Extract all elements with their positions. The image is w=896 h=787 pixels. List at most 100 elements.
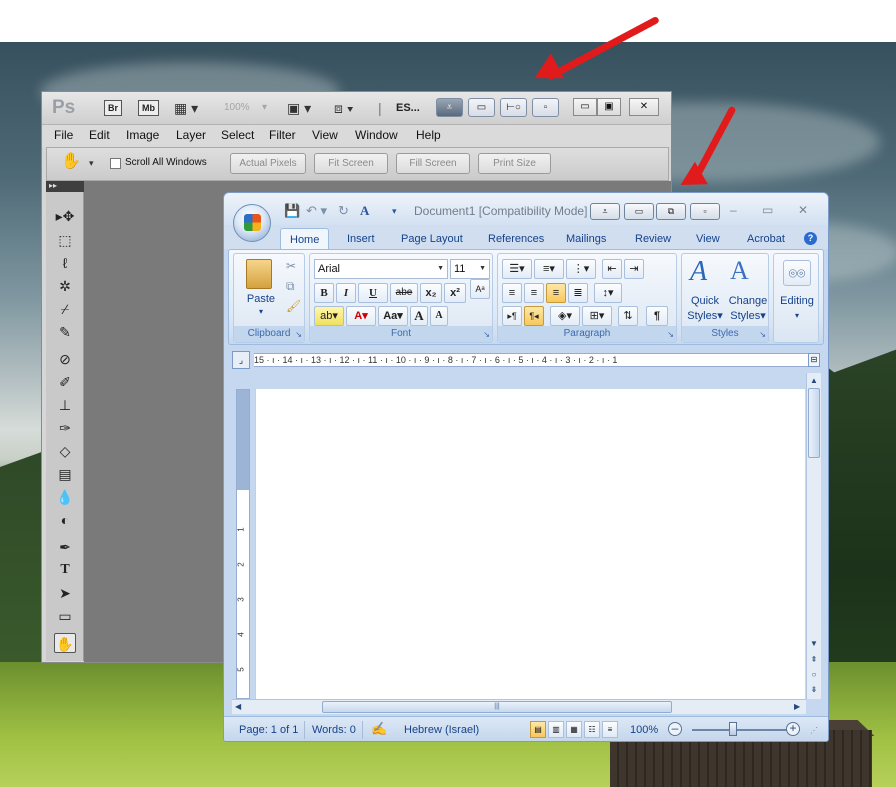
next-page-icon[interactable]: ⇟ [808,683,820,696]
menu-view[interactable]: View [312,128,338,142]
cut-icon[interactable]: ✂ [286,259,296,273]
ps-close-button[interactable]: ✕ [629,98,659,116]
menu-file[interactable]: File [54,128,73,142]
eraser-tool-icon[interactable]: ◇ [54,441,76,461]
tab-page-layout[interactable]: Page Layout [401,233,463,245]
quick-styles-icon[interactable]: A [690,256,707,288]
healing-brush-icon[interactable]: ⊘ [54,349,76,369]
numbering-icon[interactable]: ≡▾ [534,259,564,279]
lasso-tool-icon[interactable]: ℓ [54,253,76,273]
ps-tool-button-3[interactable]: ⊢○ [500,98,527,117]
arrange-documents-icon[interactable]: ▣ ▾ [287,99,311,117]
undo-icon[interactable]: ↶ ▾ [306,203,327,219]
paragraph-launcher-icon[interactable]: ↘ [667,330,674,339]
marquee-tool-icon[interactable]: ⬚ [54,230,76,250]
quick-selection-icon[interactable]: ✲ [54,276,76,296]
scroll-right-icon[interactable]: ▶ [794,702,800,711]
print-size-button[interactable]: Print Size [478,153,551,174]
quick-styles-button[interactable]: Quick [684,294,726,309]
tab-insert[interactable]: Insert [347,233,375,245]
resize-grip-icon[interactable]: ⋰ [810,726,818,735]
bullets-icon[interactable]: ☰▾ [502,259,532,279]
page-count[interactable]: Page: 1 of 1 [239,724,298,736]
grow-font-button[interactable]: A [410,306,428,326]
help-icon[interactable]: ? [804,232,817,245]
word-compact-button[interactable]: ▫ [690,203,720,220]
crop-tool-icon[interactable]: ⌿ [54,299,76,319]
hand-tool-panel-icon[interactable]: ✋ [54,633,76,653]
gradient-tool-icon[interactable]: ▤ [54,464,76,484]
shading-icon[interactable]: ◈▾ [550,306,580,326]
move-tool-icon[interactable]: ▸✥ [54,206,76,226]
previous-page-icon[interactable]: ⇞ [808,653,820,666]
screen-mode-icon[interactable]: ⧈ ▾ [334,99,354,117]
select-browse-object-icon[interactable]: ○ [808,668,820,681]
horizontal-scroll-thumb[interactable]: ||| [322,701,672,713]
save-icon[interactable]: 💾 [284,203,300,219]
menu-edit[interactable]: Edit [89,128,110,142]
scroll-all-checkbox[interactable] [110,158,121,169]
menu-image[interactable]: Image [126,128,159,142]
vertical-scroll-thumb[interactable] [808,388,820,458]
bridge-button[interactable]: Br [104,100,123,116]
web-layout-icon[interactable]: ▦ [566,721,582,738]
scroll-down-icon[interactable]: ▼ [808,637,820,650]
menu-help[interactable]: Help [416,128,441,142]
history-brush-icon[interactable]: ✑ [54,418,76,438]
format-painter-icon[interactable]: 🖌 [286,299,301,313]
clipboard-launcher-icon[interactable]: ↘ [295,330,302,339]
menu-select[interactable]: Select [221,128,254,142]
increase-indent-icon[interactable]: ⇥ [624,259,644,279]
ps-tool-button-2[interactable]: ▭ [468,98,495,117]
binoculars-icon[interactable]: ⌾⌾ [783,260,811,286]
language-indicator[interactable]: Hebrew (Israel) [404,724,479,736]
subscript-button[interactable]: x₂ [420,283,442,303]
menu-layer[interactable]: Layer [176,128,206,142]
hand-tool-icon[interactable]: ✋ [61,153,81,171]
menu-window[interactable]: Window [355,128,398,142]
vertical-scrollbar[interactable]: ▲ ▼ ⇞ ○ ⇟ [806,373,821,699]
workspace-switcher[interactable]: ES... [396,102,420,114]
change-case-button[interactable]: Aa▾ [378,306,408,326]
word-link-button[interactable]: ⧉ [656,203,686,220]
fill-screen-button[interactable]: Fill Screen [396,153,470,174]
blur-tool-icon[interactable]: 💧 [54,487,76,507]
word-collapse-button[interactable]: ⩡ [590,203,620,220]
copy-icon[interactable]: ⧉ [286,279,295,294]
shrink-font-button[interactable]: A [430,306,448,326]
underline-button[interactable]: U [358,283,388,303]
type-tool-icon[interactable]: T [54,560,76,580]
clear-formatting-icon[interactable]: Aᵃ [470,279,490,299]
zoom-level[interactable]: 100% [224,102,250,113]
proofing-icon[interactable]: ✍ [371,721,387,737]
editing-button[interactable]: Editing [774,294,820,309]
fit-screen-button[interactable]: Fit Screen [314,153,388,174]
italic-button[interactable]: I [336,283,356,303]
tab-mailings[interactable]: Mailings [566,233,606,245]
borders-icon[interactable]: ⊞▾ [582,306,612,326]
sort-icon[interactable]: ⇅ [618,306,638,326]
decrease-indent-icon[interactable]: ⇤ [602,259,622,279]
full-screen-reading-icon[interactable]: ▥ [548,721,564,738]
office-button[interactable] [233,204,271,242]
format-icon[interactable]: A [360,203,369,219]
menu-filter[interactable]: Filter [269,128,296,142]
word-minimize-button[interactable]: – [730,203,737,217]
draft-icon[interactable]: ≡ [602,721,618,738]
ps-maximize-button[interactable]: ▣ [597,98,621,116]
tools-panel-collapse[interactable]: ▸▸ [46,181,84,192]
scroll-up-icon[interactable]: ▲ [808,374,820,387]
tab-home[interactable]: Home [280,228,330,250]
change-styles-button[interactable]: Change [726,294,770,309]
vertical-ruler[interactable]: 1 2 3 4 5 [236,389,250,699]
align-center-icon[interactable]: ≡ [524,283,544,303]
show-marks-button[interactable]: ¶ [646,306,668,326]
align-left-icon[interactable]: ≡ [502,283,522,303]
zoom-slider-thumb[interactable] [729,722,737,736]
film-strip-icon[interactable]: ▦ ▾ [174,99,198,117]
word-panel-button[interactable]: ▭ [624,203,654,220]
line-spacing-icon[interactable]: ↕▾ [594,283,622,303]
pen-tool-icon[interactable]: ✒ [54,537,76,557]
superscript-button[interactable]: x² [444,283,466,303]
tab-selector[interactable]: ⌟ [232,351,250,369]
